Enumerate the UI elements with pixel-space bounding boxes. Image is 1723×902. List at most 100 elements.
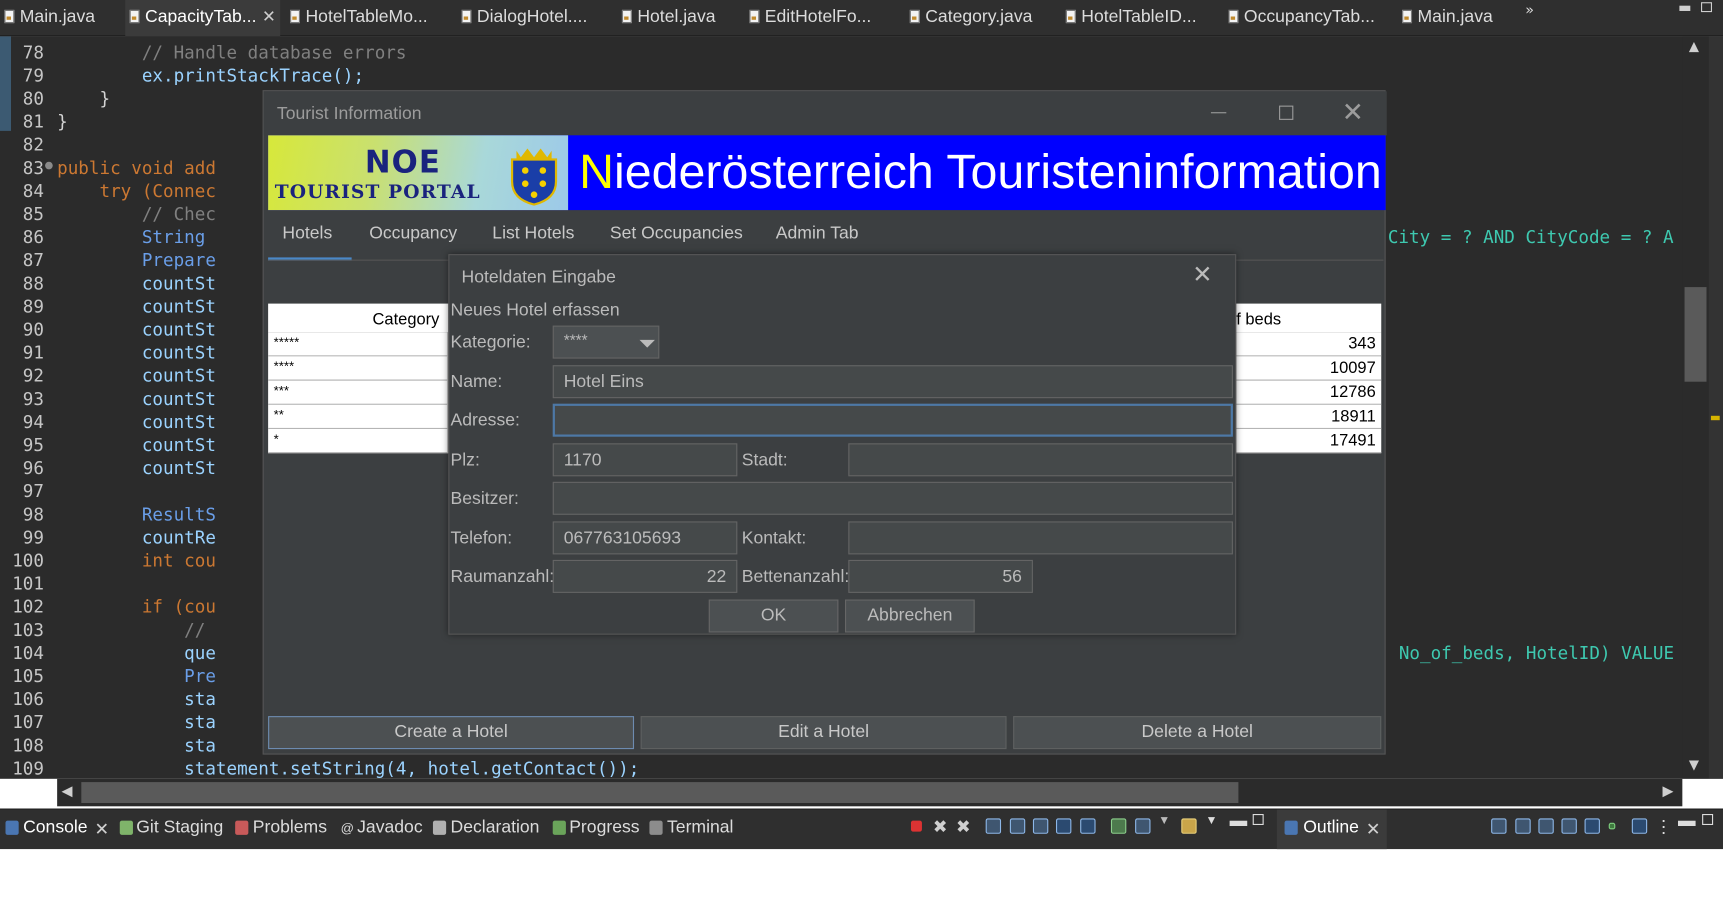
editor-tab-category-java[interactable]: Category.java bbox=[905, 0, 1032, 36]
line-number: 82 bbox=[22, 134, 44, 156]
maximize-icon[interactable] bbox=[1279, 105, 1294, 120]
editor-tab-occupancytab[interactable]: OccupancyTab... bbox=[1224, 0, 1375, 36]
minimize-icon[interactable]: ▬ bbox=[1230, 812, 1248, 832]
clear-console-icon[interactable] bbox=[985, 818, 1002, 834]
tab-set-occupancies[interactable]: Set Occupancies bbox=[610, 224, 743, 244]
stadt-field[interactable] bbox=[848, 443, 1233, 477]
tab-progress[interactable]: Progress bbox=[569, 818, 639, 838]
scrollbar-thumb[interactable] bbox=[1684, 287, 1707, 382]
horizontal-scrollbar[interactable]: ◀ ▶ bbox=[57, 778, 1683, 807]
fold-icon[interactable] bbox=[45, 161, 53, 170]
chevron-down-icon[interactable]: ▼ bbox=[1205, 814, 1217, 827]
warning-marker[interactable] bbox=[1710, 415, 1720, 421]
tab-console[interactable]: Console bbox=[23, 818, 88, 838]
close-icon[interactable]: ✕ bbox=[1366, 818, 1381, 840]
tab-hotels[interactable]: Hotels bbox=[282, 224, 332, 244]
table-cell-category[interactable]: * bbox=[268, 429, 449, 454]
ok-button[interactable]: OK bbox=[708, 599, 839, 633]
scroll-down-icon[interactable]: ▼ bbox=[1689, 757, 1699, 772]
scroll-right-icon[interactable]: ▶ bbox=[1663, 783, 1674, 800]
table-cell-beds[interactable]: 18911 bbox=[1235, 404, 1382, 429]
view-menu-icon[interactable]: ⋮ bbox=[1655, 816, 1673, 838]
table-cell-beds[interactable]: 12786 bbox=[1235, 380, 1382, 405]
raumanzahl-field[interactable]: 22 bbox=[552, 559, 738, 593]
editor-tab-hoteltablemodel[interactable]: HotelTableMo... bbox=[286, 0, 428, 36]
cancel-button[interactable]: Abbrechen bbox=[845, 599, 975, 633]
name-field[interactable]: Hotel Eins bbox=[552, 365, 1233, 399]
close-icon[interactable]: ✕ bbox=[262, 7, 276, 27]
tab-occupancy[interactable]: Occupancy bbox=[369, 224, 457, 244]
close-icon[interactable]: ✕ bbox=[1342, 98, 1364, 127]
close-icon[interactable]: ✕ bbox=[95, 818, 110, 840]
column-header-beds[interactable]: f beds bbox=[1236, 310, 1281, 329]
minimize-icon[interactable] bbox=[1210, 112, 1227, 114]
scroll-lock-icon[interactable] bbox=[1009, 818, 1026, 834]
scroll-left-icon[interactable]: ◀ bbox=[62, 783, 73, 800]
tab-terminal[interactable]: Terminal bbox=[667, 818, 733, 838]
word-wrap-icon[interactable] bbox=[1032, 818, 1049, 834]
vertical-scrollbar[interactable] bbox=[1682, 36, 1709, 779]
kontakt-field[interactable] bbox=[848, 521, 1233, 555]
collapse-all-icon[interactable] bbox=[1515, 818, 1531, 834]
hide-fields-icon[interactable] bbox=[1538, 818, 1554, 834]
show-error-icon[interactable] bbox=[1080, 818, 1096, 834]
chevron-down-icon[interactable]: ▼ bbox=[1158, 814, 1170, 827]
terminate-icon[interactable] bbox=[910, 820, 922, 832]
tab-list-hotels[interactable]: List Hotels bbox=[492, 224, 574, 244]
plz-field[interactable]: 1170 bbox=[552, 443, 738, 477]
table-cell-beds[interactable]: 17491 bbox=[1235, 429, 1382, 454]
column-header-category[interactable]: Category bbox=[373, 310, 440, 329]
sort-icon[interactable] bbox=[1491, 818, 1507, 834]
maximize-icon[interactable] bbox=[1252, 814, 1264, 825]
show-output-icon[interactable] bbox=[1055, 818, 1072, 834]
editor-tab-main-java-2[interactable]: Main.java bbox=[1398, 0, 1493, 36]
tab-declaration[interactable]: Declaration bbox=[451, 818, 540, 838]
adresse-field[interactable] bbox=[552, 403, 1233, 437]
editor-tab-capacitytab[interactable]: CapacityTab... ✕ bbox=[125, 0, 281, 37]
maximize-icon[interactable] bbox=[1702, 814, 1714, 825]
scroll-up-icon[interactable]: ▲ bbox=[1689, 39, 1699, 54]
tab-javadoc[interactable]: Javadoc bbox=[357, 818, 422, 838]
bettenanzahl-field[interactable]: 56 bbox=[848, 559, 1033, 593]
besitzer-field[interactable] bbox=[552, 481, 1233, 515]
pin-console-icon[interactable] bbox=[1110, 818, 1127, 834]
window-titlebar[interactable]: Tourist Information ✕ bbox=[263, 91, 1387, 136]
table-cell-beds[interactable]: 10097 bbox=[1235, 356, 1382, 381]
minimize-icon[interactable]: ▬ bbox=[1678, 812, 1696, 832]
editor-tab-dialoghotel[interactable]: DialogHotel.... bbox=[457, 0, 587, 36]
hide-local-types-icon[interactable] bbox=[1608, 822, 1616, 830]
create-hotel-button[interactable]: Create a Hotel bbox=[268, 716, 635, 750]
maximize-icon[interactable] bbox=[1701, 2, 1713, 13]
table-cell-category[interactable]: **** bbox=[268, 356, 449, 381]
editor-tab-hotel-java[interactable]: Hotel.java bbox=[618, 0, 716, 36]
minimize-icon[interactable]: ▬ bbox=[1678, 0, 1692, 17]
hide-static-icon[interactable] bbox=[1561, 818, 1577, 834]
hotel-data-dialog: Hoteldaten Eingabe ✕ Neues Hotel erfasse… bbox=[448, 254, 1237, 635]
tab-problems[interactable]: Problems bbox=[253, 818, 327, 838]
tab-git-staging[interactable]: Git Staging bbox=[136, 818, 223, 838]
hide-nonpublic-icon[interactable] bbox=[1584, 818, 1600, 834]
link-editor-icon[interactable] bbox=[1631, 818, 1648, 834]
chevron-down-icon[interactable] bbox=[639, 339, 655, 348]
editor-tab-main-java[interactable]: Main.java bbox=[0, 0, 95, 36]
table-cell-category[interactable]: ***** bbox=[268, 332, 449, 357]
table-cell-category[interactable]: ** bbox=[268, 404, 449, 429]
table-cell-category[interactable]: *** bbox=[268, 380, 449, 405]
editor-tab-hoteltableid[interactable]: HotelTableID... bbox=[1061, 0, 1197, 36]
tab-admin[interactable]: Admin Tab bbox=[776, 224, 859, 244]
telefon-field[interactable]: 067763105693 bbox=[552, 521, 738, 555]
close-icon[interactable]: ✕ bbox=[1192, 262, 1212, 290]
remove-all-icon[interactable]: ✖ bbox=[956, 816, 971, 838]
tab-outline[interactable]: Outline bbox=[1303, 818, 1359, 838]
more-tabs-button[interactable]: » bbox=[1525, 2, 1534, 19]
kategorie-select[interactable]: **** bbox=[552, 325, 660, 359]
delete-hotel-button[interactable]: Delete a Hotel bbox=[1013, 716, 1382, 750]
scrollbar-thumb[interactable] bbox=[81, 782, 1239, 803]
display-console-icon[interactable] bbox=[1135, 818, 1151, 834]
editor-tab-edithotelform[interactable]: EditHotelFo... bbox=[745, 0, 871, 36]
code-line: sta bbox=[57, 688, 216, 710]
open-console-icon[interactable] bbox=[1181, 818, 1197, 834]
edit-hotel-button[interactable]: Edit a Hotel bbox=[640, 716, 1007, 750]
table-cell-beds[interactable]: 343 bbox=[1235, 332, 1382, 357]
remove-launch-icon[interactable]: ✖ bbox=[933, 816, 948, 838]
